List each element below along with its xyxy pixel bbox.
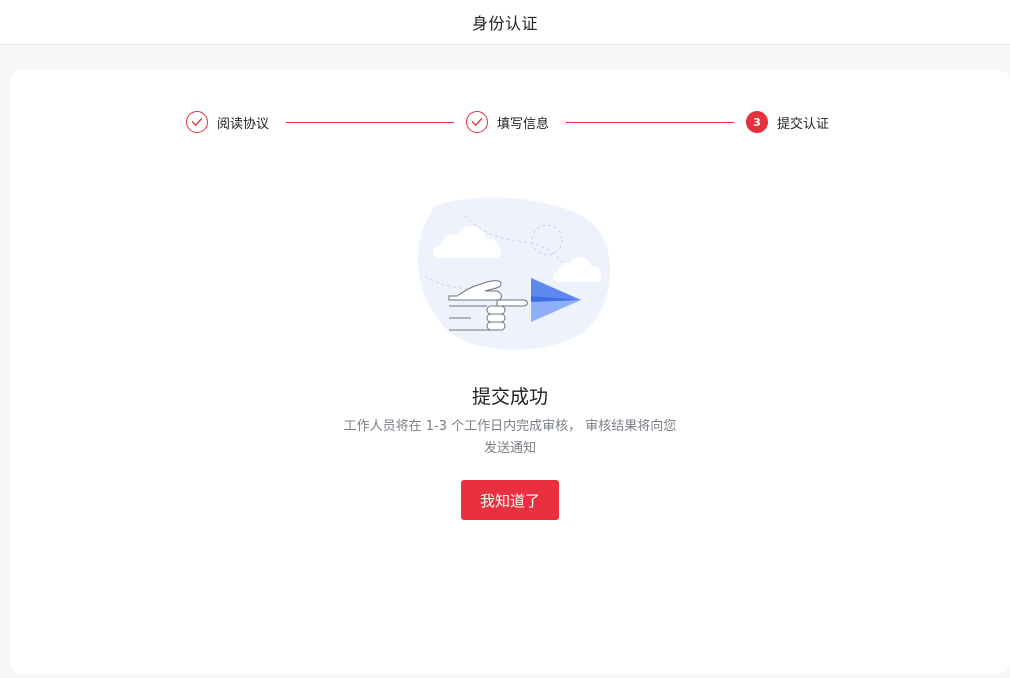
got-it-button[interactable]: 我知道了: [461, 480, 559, 520]
check-icon: [186, 111, 208, 133]
page-title: 身份认证: [471, 14, 538, 33]
result-description-line: 工作人员将在 1-3 个工作日内完成审核， 审核结果将向您: [343, 419, 677, 434]
step-read-agreement: 阅读协议: [186, 109, 269, 135]
top-bar: 身份认证: [0, 0, 1010, 45]
paper-plane-hand-illustration: [405, 196, 625, 356]
result-description: 工作人员将在 1-3 个工作日内完成审核， 审核结果将向您 发送通知: [320, 416, 700, 460]
step-fill-info: 填写信息: [466, 109, 549, 135]
step-submit-verification: 3 提交认证: [746, 109, 829, 135]
step-label: 阅读协议: [217, 116, 270, 132]
step-connector: [286, 122, 454, 123]
step-number-badge: 3: [746, 111, 768, 133]
result-title: 提交成功: [471, 386, 548, 408]
step-label: 提交认证: [777, 116, 830, 132]
check-icon: [466, 111, 488, 133]
content-card: 阅读协议 填写信息 3 提交认证 提交成功 工作人员将在 1-3 个工作日内完成…: [10, 70, 1010, 674]
result-description-line: 发送通知: [483, 441, 536, 456]
step-indicator: 阅读协议 填写信息 3 提交认证: [10, 70, 1010, 170]
step-connector: [566, 122, 734, 123]
step-label: 填写信息: [497, 116, 550, 132]
